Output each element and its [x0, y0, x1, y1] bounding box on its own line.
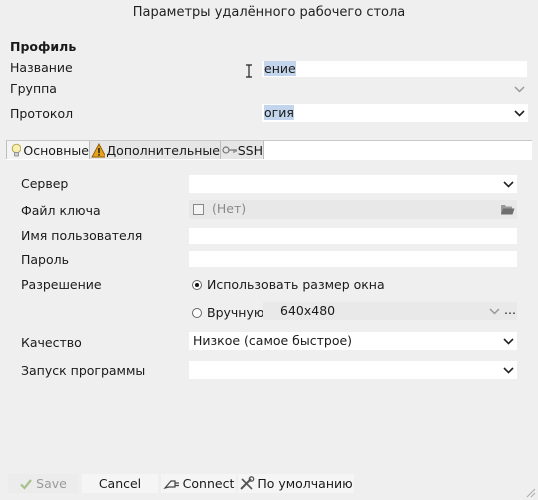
key-icon: [222, 146, 237, 154]
warning-icon: [91, 142, 106, 157]
tab-advanced[interactable]: Дополнительные: [90, 141, 221, 159]
group-label: Группа: [10, 81, 57, 96]
resize-grip-icon[interactable]: [524, 486, 536, 498]
connect-button[interactable]: Connect: [161, 474, 236, 493]
chevron-down-icon: [488, 302, 500, 320]
startup-combo[interactable]: [189, 361, 517, 379]
connect-button-label: Connect: [182, 476, 235, 491]
radio-selected-icon: [192, 279, 202, 290]
server-label: Сервер: [21, 176, 69, 191]
tab-ssh[interactable]: SSH: [221, 141, 264, 159]
connect-plug-icon: [162, 479, 179, 489]
quality-combo[interactable]: Низкое (самое быстрое): [189, 332, 517, 350]
bulb-icon: [11, 143, 22, 156]
folder-open-icon: [501, 205, 515, 215]
keyfile-label: Файл ключа: [21, 203, 101, 218]
file-icon: [193, 204, 204, 215]
keyfile-chooser[interactable]: (Нет): [189, 200, 517, 219]
name-label: Название: [10, 60, 73, 75]
tab-advanced-label: Дополнительные: [106, 142, 220, 158]
default-button-label: По умолчанию: [257, 476, 353, 491]
username-label: Имя пользователя: [21, 228, 143, 243]
tab-basic[interactable]: Основные: [6, 141, 90, 159]
resolution-more-label: ...: [504, 302, 516, 317]
name-input[interactable]: ение: [262, 61, 527, 77]
tab-ssh-label: SSH: [237, 142, 263, 158]
quality-value: Низкое (самое быстрое): [193, 333, 353, 348]
chevron-down-icon: [502, 361, 514, 379]
name-value: ение: [264, 61, 296, 76]
profile-heading: Профиль: [10, 39, 77, 54]
chevron-down-icon: [502, 175, 514, 193]
startup-label: Запуск программы: [21, 363, 146, 378]
tab-basic-label: Основные: [23, 142, 89, 158]
resolution-manual-value: 640x480: [280, 303, 336, 318]
username-input[interactable]: [189, 228, 517, 244]
chevron-down-icon: [502, 332, 514, 350]
protocol-label: Протокол: [10, 106, 74, 121]
keyfile-value: (Нет): [212, 201, 247, 216]
protocol-value: огия: [264, 105, 294, 120]
window-title: Параметры удалённого рабочего стола: [132, 5, 406, 20]
resolution-option-window[interactable]: Использовать размер окна: [192, 277, 385, 292]
password-label: Пароль: [21, 252, 69, 267]
text-cursor-icon: [246, 64, 252, 78]
quality-label: Качество: [21, 335, 82, 350]
cancel-button-label: Cancel: [98, 476, 142, 491]
default-button[interactable]: По умолчанию: [238, 474, 354, 493]
save-button[interactable]: Save: [8, 474, 78, 493]
resolution-manual-combo[interactable]: 640x480: [263, 302, 503, 320]
resolution-option-window-label: Использовать размер окна: [207, 277, 385, 292]
radio-unselected-icon: [192, 307, 202, 318]
protocol-combo[interactable]: огия: [262, 104, 528, 122]
group-combo[interactable]: [262, 80, 528, 98]
server-combo[interactable]: [189, 175, 517, 193]
resolution-option-manual-label: Вручную: [207, 305, 265, 320]
password-input[interactable]: [189, 251, 517, 267]
resolution-option-manual[interactable]: Вручную: [192, 305, 264, 320]
save-button-label: Save: [36, 476, 67, 491]
chevron-down-icon: [513, 104, 525, 122]
resolution-more-button[interactable]: ...: [503, 302, 517, 320]
cancel-button[interactable]: Cancel: [82, 474, 158, 493]
tools-icon: [240, 476, 255, 490]
checkmark-icon: [20, 478, 33, 490]
chevron-down-icon: [513, 80, 525, 98]
resolution-label: Разрешение: [21, 277, 102, 292]
